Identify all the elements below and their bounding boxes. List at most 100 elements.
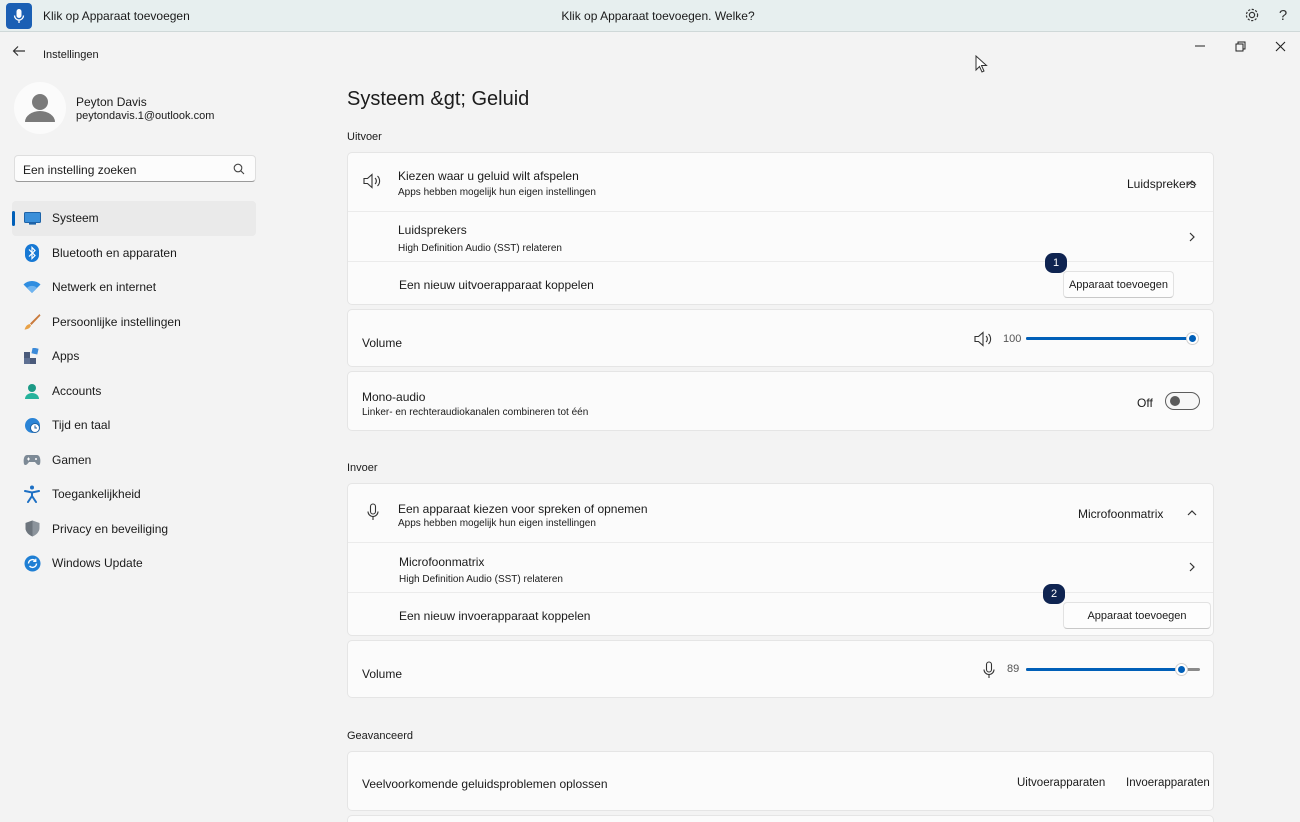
- input-volume-slider[interactable]: [1026, 660, 1200, 680]
- sidebar-item-toegankelijkheid[interactable]: Toegankelijkheid: [12, 477, 256, 512]
- mono-audio-subtitle: Linker- en rechteraudiokanalen combinere…: [362, 407, 589, 418]
- shield-icon: [23, 520, 41, 538]
- sidebar-item-systeem[interactable]: Systeem: [12, 201, 256, 236]
- output-volume-label: Volume: [362, 336, 403, 350]
- output-heading: Uitvoer: [347, 131, 382, 143]
- input-device-row[interactable]: Microfoonmatrix High Definition Audio (S…: [348, 543, 1213, 593]
- troubleshoot-label: Veelvoorkomende geluidsproblemen oplosse…: [362, 777, 608, 791]
- output-device-subtitle: High Definition Audio (SST) relateren: [398, 243, 562, 254]
- sidebar-item-bluetooth[interactable]: Bluetooth en apparaten: [12, 236, 256, 271]
- output-device-row[interactable]: Luidsprekers High Definition Audio (SST)…: [348, 212, 1213, 262]
- microphone-icon[interactable]: [983, 661, 995, 679]
- output-add-device-button[interactable]: Apparaat toevoegen: [1063, 271, 1174, 298]
- input-device-name: Microfoonmatrix: [399, 555, 485, 569]
- gear-icon[interactable]: [1243, 6, 1261, 24]
- output-volume-card: Volume 100: [347, 309, 1214, 367]
- restore-button[interactable]: [1228, 36, 1252, 56]
- search-input[interactable]: Een instelling zoeken: [14, 155, 256, 182]
- output-pair-row: Een nieuw uitvoerapparaat koppelen Appar…: [348, 262, 1213, 306]
- close-button[interactable]: [1268, 36, 1292, 56]
- mono-audio-card: Mono-audio Linker- en rechteraudiokanale…: [347, 371, 1214, 431]
- mono-audio-state: Off: [1137, 396, 1153, 410]
- system-icon: [23, 209, 41, 227]
- user-email: peytondavis.1@outlook.com: [76, 110, 215, 122]
- toggle-knob: [1170, 396, 1180, 406]
- mono-audio-title: Mono-audio: [362, 390, 426, 404]
- voice-badge-2[interactable]: 2: [1043, 584, 1065, 604]
- voice-badge-1[interactable]: 1: [1045, 253, 1067, 273]
- input-device-card: Een apparaat kiezen voor spreken of opne…: [347, 483, 1214, 636]
- chevron-up-icon[interactable]: [1185, 176, 1199, 190]
- slider-fill: [1026, 337, 1192, 340]
- brush-icon: [23, 313, 41, 331]
- input-choose-row[interactable]: Een apparaat kiezen voor spreken of opne…: [348, 484, 1213, 543]
- output-choose-subtitle: Apps hebben mogelijk hun eigen instellin…: [398, 187, 596, 198]
- avatar[interactable]: [14, 82, 66, 134]
- sidebar-item-persoonlijk[interactable]: Persoonlijke instellingen: [12, 305, 256, 340]
- search-placeholder: Een instelling zoeken: [23, 163, 137, 177]
- voice-access-bar: Klik op Apparaat toevoegen Klik op Appar…: [0, 0, 1300, 32]
- microphone-icon: [367, 503, 379, 520]
- output-volume-slider[interactable]: [1026, 329, 1199, 349]
- clock-globe-icon: [23, 416, 41, 434]
- input-heading: Invoer: [347, 462, 378, 474]
- input-pair-row: Een nieuw invoerapparaat koppelen Appara…: [348, 593, 1213, 637]
- sidebar-item-apps[interactable]: Apps: [12, 339, 256, 374]
- update-icon: [23, 554, 41, 572]
- sidebar-item-accounts[interactable]: Accounts: [12, 374, 256, 409]
- apps-icon: [23, 347, 41, 365]
- input-volume-card: Volume 89: [347, 640, 1214, 698]
- person-icon: [23, 382, 41, 400]
- voice-message: Klik op Apparaat toevoegen. Welke?: [561, 9, 755, 23]
- input-volume-label: Volume: [362, 667, 403, 681]
- accessibility-icon: [23, 485, 41, 504]
- sidebar-item-netwerk[interactable]: Netwerk en internet: [12, 270, 256, 305]
- mono-audio-toggle[interactable]: [1165, 392, 1200, 410]
- input-selected-device: Microfoonmatrix: [1078, 507, 1164, 521]
- window-title: Instellingen: [43, 49, 99, 61]
- output-devices-link[interactable]: Uitvoerapparaten: [1017, 777, 1105, 789]
- chevron-up-icon[interactable]: [1185, 506, 1199, 520]
- search-icon: [233, 163, 245, 175]
- back-arrow-icon[interactable]: [12, 44, 30, 62]
- speaker-icon[interactable]: [974, 331, 994, 347]
- input-volume-value: 89: [1007, 663, 1020, 675]
- close-icon: [1275, 41, 1285, 51]
- output-choose-row[interactable]: Kiezen waar u geluid wilt afspelen Apps …: [348, 153, 1213, 212]
- advanced-heading: Geavanceerd: [347, 730, 414, 742]
- input-devices-link[interactable]: Invoerapparaten: [1126, 777, 1210, 789]
- restore-icon: [1235, 41, 1245, 51]
- sidebar-item-tijd[interactable]: Tijd en taal: [12, 408, 256, 443]
- sidebar-nav: Systeem Bluetooth en apparaten Netwerk e…: [12, 201, 256, 581]
- chevron-right-icon: [1189, 562, 1195, 572]
- input-pair-label: Een nieuw invoerapparaat koppelen: [399, 609, 591, 623]
- slider-thumb[interactable]: [1174, 663, 1188, 676]
- minimize-button[interactable]: [1188, 36, 1212, 56]
- user-name: Peyton Davis: [76, 95, 147, 109]
- output-volume-value: 100: [1003, 333, 1022, 345]
- page-title: Systeem &gt; Geluid: [347, 88, 530, 110]
- gamepad-icon: [23, 451, 41, 469]
- input-add-device-button[interactable]: Apparaat toevoegen: [1063, 602, 1211, 629]
- bluetooth-icon: [23, 243, 41, 262]
- troubleshoot-card: Veelvoorkomende geluidsproblemen oplosse…: [347, 751, 1214, 811]
- input-device-subtitle: High Definition Audio (SST) relateren: [399, 574, 563, 585]
- minimize-icon: [1195, 45, 1205, 47]
- help-icon[interactable]: ?: [1274, 6, 1292, 24]
- next-card: [347, 815, 1214, 822]
- wifi-icon: [23, 278, 41, 296]
- sidebar-item-windows-update[interactable]: Windows Update: [12, 546, 256, 581]
- output-choose-title: Kiezen waar u geluid wilt afspelen: [398, 169, 579, 183]
- slider-thumb[interactable]: [1186, 332, 1199, 345]
- speaker-icon: [363, 173, 381, 189]
- output-device-card: Kiezen waar u geluid wilt afspelen Apps …: [347, 152, 1214, 305]
- output-device-name: Luidsprekers: [398, 223, 467, 237]
- chevron-right-icon: [1189, 232, 1195, 242]
- mouse-cursor-icon: [975, 55, 988, 73]
- input-choose-title: Een apparaat kiezen voor spreken of opne…: [398, 502, 648, 516]
- output-pair-label: Een nieuw uitvoerapparaat koppelen: [399, 278, 594, 292]
- sidebar-item-privacy[interactable]: Privacy en beveiliging: [12, 512, 256, 547]
- input-choose-subtitle: Apps hebben mogelijk hun eigen instellin…: [398, 518, 596, 529]
- slider-fill: [1026, 668, 1181, 671]
- sidebar-item-gamen[interactable]: Gamen: [12, 443, 256, 478]
